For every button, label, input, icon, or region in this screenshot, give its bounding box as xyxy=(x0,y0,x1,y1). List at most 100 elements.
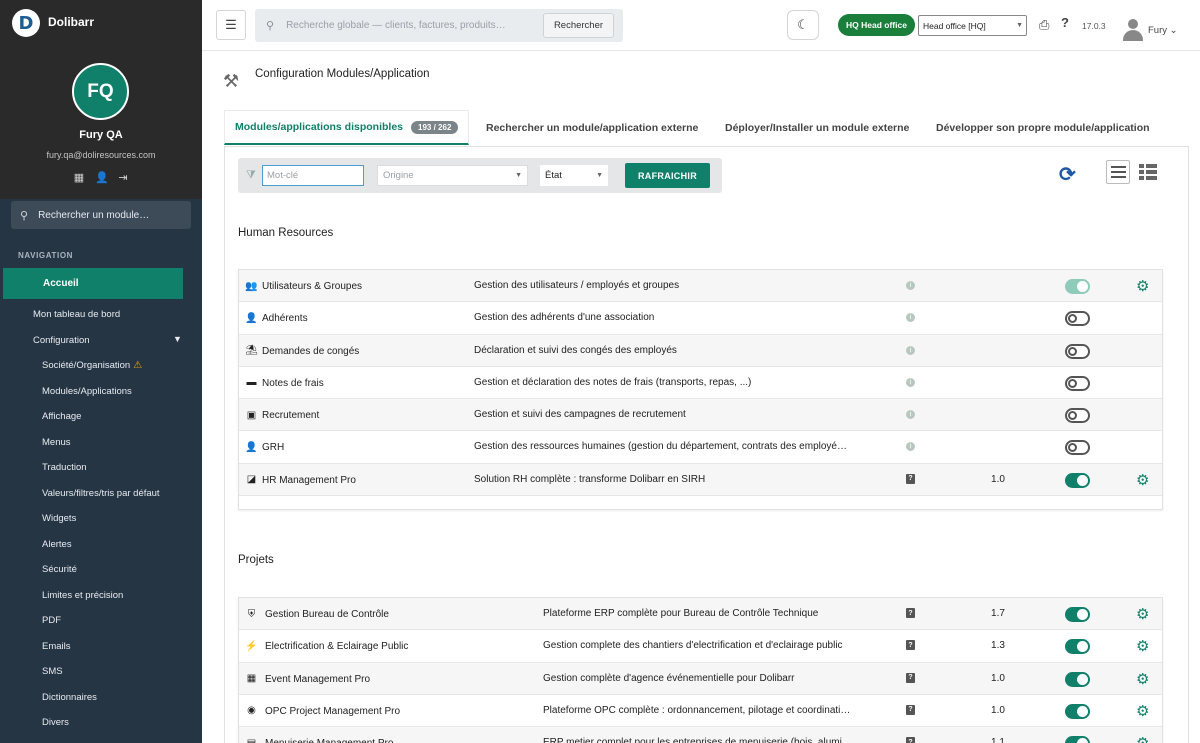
sidebar-item-emails[interactable]: Emails xyxy=(42,641,71,652)
sidebar-item-menus[interactable]: Menus xyxy=(42,437,71,448)
tab-develop-module[interactable]: Développer son propre module/application xyxy=(936,110,1150,145)
module-version: 1.0 xyxy=(991,704,1005,716)
sidebar-item-dictionaries[interactable]: Dictionnaires xyxy=(42,692,97,703)
module-toggle[interactable] xyxy=(1065,472,1090,488)
origin-select[interactable]: Origine ▼ xyxy=(377,165,528,186)
gear-icon[interactable]: ⚙ xyxy=(1136,605,1149,623)
module-toggle[interactable] xyxy=(1065,736,1090,743)
sidebar-item-alerts[interactable]: Alertes xyxy=(42,539,72,550)
tab-search-external[interactable]: Rechercher un module/application externe xyxy=(486,110,698,145)
info-icon[interactable]: i xyxy=(906,442,915,452)
user-tie-icon: 👤 xyxy=(245,441,258,453)
tab-deploy-external[interactable]: Déployer/Installer un module externe xyxy=(725,110,909,145)
chevron-down-icon: ▼ xyxy=(515,172,522,179)
help-icon[interactable]: ? xyxy=(906,672,915,683)
chevron-down-icon[interactable]: ▼ xyxy=(173,334,182,344)
module-row: 👥 Utilisateurs & Groupes Gestion des utili… xyxy=(239,270,1162,303)
info-icon[interactable]: i xyxy=(906,410,915,420)
gear-icon[interactable]: ⚙ xyxy=(1136,471,1149,489)
sidebar-item-misc[interactable]: Divers xyxy=(42,717,69,728)
help-icon[interactable]: ? xyxy=(906,640,915,651)
module-toggle[interactable] xyxy=(1065,343,1090,359)
module-toggle[interactable] xyxy=(1065,607,1090,622)
state-select[interactable]: État ▼ xyxy=(540,165,608,186)
module-toggle[interactable] xyxy=(1065,279,1090,294)
module-name: Demandes de congés xyxy=(262,345,360,357)
user-avatar[interactable]: FQ xyxy=(72,63,129,120)
sidebar-item-modules[interactable]: Modules/Applications xyxy=(42,386,132,397)
menu-toggle-button[interactable]: ☰ xyxy=(216,10,246,40)
info-icon[interactable]: i xyxy=(906,281,915,290)
module-description: Gestion des ressources humaines (gestion… xyxy=(474,441,847,453)
user-icon: 👤 xyxy=(245,312,258,324)
keyword-input[interactable]: Mot-clé xyxy=(262,165,364,186)
sidebar-item-display[interactable]: Affichage xyxy=(42,411,81,422)
module-toggle[interactable] xyxy=(1065,671,1090,687)
help-icon[interactable]: ? xyxy=(1061,15,1069,30)
sidebar-item-sms[interactable]: SMS xyxy=(42,666,63,677)
sidebar-item-widgets[interactable]: Widgets xyxy=(42,513,76,524)
module-description: Gestion complete des chantiers d'electri… xyxy=(543,640,843,652)
chevron-down-icon: ⌄ xyxy=(1169,25,1178,36)
gear-icon[interactable]: ⚙ xyxy=(1136,734,1149,743)
refresh-button[interactable]: RAFRAICHIR xyxy=(625,163,710,188)
module-toggle[interactable] xyxy=(1065,703,1090,719)
help-icon[interactable]: ? xyxy=(906,473,915,484)
moon-icon: ☾ xyxy=(797,17,809,32)
global-search-input[interactable]: Recherche globale — clients, factures, p… xyxy=(286,20,543,31)
sidebar-item-translation[interactable]: Traduction xyxy=(42,462,87,473)
sidebar-item-configuration[interactable]: Configuration xyxy=(33,335,90,346)
gear-icon[interactable]: ⚙ xyxy=(1136,277,1149,295)
entity-select[interactable]: Head office [HQ] ▼ xyxy=(918,15,1027,36)
sidebar-item-pdf[interactable]: PDF xyxy=(42,615,61,626)
sidebar-item-security[interactable]: Sécurité xyxy=(42,564,77,575)
tab-available-modules[interactable]: Modules/applications disponibles 193 / 2… xyxy=(224,110,470,145)
modules-table-projects: ⛨ Gestion Bureau de Contrôle Plateforme ER… xyxy=(238,597,1163,743)
nav-section-title: NAVIGATION xyxy=(18,251,74,260)
module-search[interactable]: ⚲ Rechercher un module… xyxy=(11,201,191,229)
module-toggle[interactable] xyxy=(1065,311,1090,327)
sidebar-item-accueil[interactable]: Accueil xyxy=(3,268,183,299)
user-menu-avatar[interactable] xyxy=(1123,19,1143,41)
help-icon[interactable]: ? xyxy=(906,608,915,618)
brand-name[interactable]: Dolibarr xyxy=(48,15,94,29)
sidebar-item-dashboard[interactable]: Mon tableau de bord xyxy=(33,309,120,320)
module-version: 1.7 xyxy=(991,608,1005,619)
sync-icon[interactable]: ⟳ xyxy=(1059,162,1076,187)
module-toggle[interactable] xyxy=(1065,408,1090,424)
help-icon[interactable]: ? xyxy=(906,737,915,743)
dolibarr-logo[interactable]: D xyxy=(12,9,40,37)
dashboard-icon[interactable]: ▦ xyxy=(73,171,85,184)
sidebar-header: D Dolibarr FQ Fury QA fury.qa@doliresour… xyxy=(0,0,202,199)
module-name: Adhérents xyxy=(262,313,308,325)
user-email: fury.qa@doliresources.com xyxy=(46,150,156,160)
gear-icon[interactable]: ⚙ xyxy=(1136,670,1149,688)
gear-icon[interactable]: ⚙ xyxy=(1136,637,1149,655)
user-menu[interactable]: Fury ⌄ xyxy=(1148,25,1178,36)
grid-view-button[interactable] xyxy=(1139,164,1157,180)
module-toggle[interactable] xyxy=(1065,639,1090,655)
logout-icon[interactable]: ⇥ xyxy=(117,171,129,184)
print-icon[interactable]: ⎙ xyxy=(1039,17,1049,33)
sidebar-item-company[interactable]: Société/Organisation ⚠ xyxy=(42,360,142,371)
list-view-button[interactable] xyxy=(1106,160,1130,184)
help-icon[interactable]: ? xyxy=(906,704,915,715)
wallet-icon: ▬ xyxy=(246,377,257,389)
module-row: ◪ HR Management Pro Solution RH complète :… xyxy=(239,463,1162,497)
user-name: Fury QA xyxy=(79,129,123,141)
global-search: ⚲ Recherche globale — clients, factures,… xyxy=(255,9,623,42)
gear-icon[interactable]: ⚙ xyxy=(1136,702,1149,720)
sidebar-item-defaults[interactable]: Valeurs/filtres/tris par défaut xyxy=(42,488,160,499)
module-toggle[interactable] xyxy=(1065,440,1090,456)
info-icon[interactable]: i xyxy=(906,313,915,323)
dark-mode-button[interactable]: ☾ xyxy=(787,10,819,40)
profile-icon[interactable]: 👤 xyxy=(95,171,109,184)
tab-label: Modules/applications disponibles xyxy=(235,121,404,133)
module-toggle[interactable] xyxy=(1065,375,1090,391)
global-search-button[interactable]: Rechercher xyxy=(543,13,614,38)
info-icon[interactable]: i xyxy=(906,377,915,387)
hamburger-icon: ☰ xyxy=(225,17,237,32)
info-icon[interactable]: i xyxy=(906,345,915,355)
sidebar-item-limits[interactable]: Limites et précision xyxy=(42,590,123,601)
module-description: ERP metier complet pour les entreprises … xyxy=(543,737,852,743)
